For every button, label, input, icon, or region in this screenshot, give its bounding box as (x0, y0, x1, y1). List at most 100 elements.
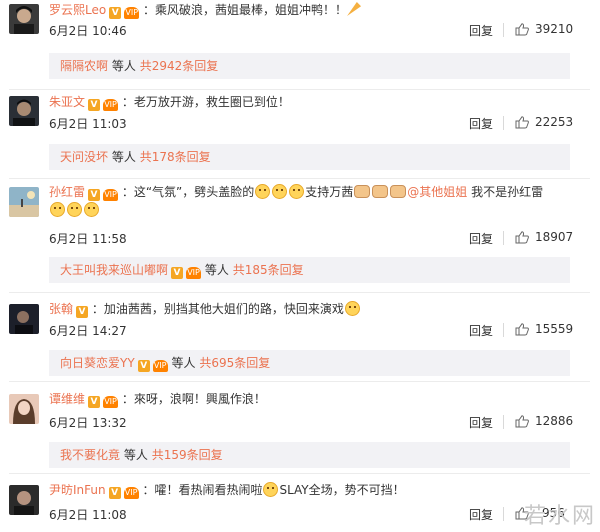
sub-replies[interactable]: 隔隔农啊 等人 共2942条回复 (49, 53, 570, 79)
comment-text: ：加油茜茜，别挡其他大姐们的路，快回来演戏 (91, 302, 344, 316)
avatar[interactable] (9, 304, 39, 334)
comment-divider (9, 381, 590, 382)
comment-username[interactable]: 朱亚文 (49, 95, 85, 109)
divider (503, 415, 504, 429)
comment-line: 谭维维 V VIP ：來呀，浪啊！興風作浪！ (49, 390, 589, 408)
thumbs-up-icon[interactable] (515, 23, 529, 36)
comment-divider (9, 292, 590, 293)
verified-icon: V (88, 396, 101, 408)
avatar[interactable] (9, 187, 39, 217)
sub-reply-count[interactable]: 共2942条回复 (140, 59, 219, 73)
comment-date: 6月2日 11:08 (49, 508, 127, 522)
divider (503, 23, 504, 37)
comment-date: 6月2日 11:58 (49, 232, 127, 246)
shocked-emoji-icon (255, 184, 271, 199)
vip-icon: VIP (103, 396, 119, 408)
avatar[interactable] (9, 394, 39, 424)
sub-replies[interactable]: 大王叫我来巡山嘟啊 V VIP 等人 共185条回复 (49, 257, 570, 283)
reply-button[interactable]: 回复 (469, 230, 493, 247)
comment-divider (9, 178, 590, 179)
sub-replies[interactable]: 我不要化竟 等人 共159条回复 (49, 442, 570, 468)
thumbs-up-icon[interactable] (515, 231, 529, 244)
like-count: 39210 (535, 22, 574, 36)
sub-replies[interactable]: 向日葵恋爱YY V VIP 等人 共695条回复 (49, 350, 570, 376)
divider (503, 323, 504, 337)
verified-icon: V (171, 267, 184, 279)
divider (503, 231, 504, 245)
laugh-cry-emoji-icon (84, 202, 99, 217)
like-count: 15559 (535, 322, 574, 336)
reply-button[interactable]: 回复 (469, 115, 493, 132)
comment-line: 朱亚文 V VIP ：老万放开游，救生圈已到位！ (49, 93, 589, 111)
fist-emoji-icon (372, 185, 389, 198)
comment-line: 张翰 V ：加油茜茜，别挡其他大姐们的路，快回来演戏 (49, 300, 589, 318)
shocked-emoji-icon (272, 184, 288, 199)
avatar[interactable] (9, 96, 39, 126)
vip-icon: VIP (152, 360, 168, 372)
wink-emoji-icon (344, 301, 360, 316)
shocked-emoji-icon (289, 184, 305, 199)
comment-line: 孙红雷 V VIP ：这“气氛”，劈头盖脸的 支持万茜 @其他姐姐 我不是孙红雷 (49, 183, 569, 219)
sub-reply-count[interactable]: 共185条回复 (233, 263, 304, 277)
comment-username[interactable]: 孙红雷 (49, 185, 85, 199)
comment-text: ：老万放开游，救生圈已到位！ (121, 95, 290, 109)
avatar[interactable] (9, 485, 39, 515)
comment-username[interactable]: 罗云熙Leo (49, 3, 106, 17)
like-count: 22253 (535, 115, 574, 129)
wink-emoji-icon (263, 482, 279, 497)
laugh-cry-emoji-icon (67, 202, 82, 217)
laugh-cry-emoji-icon (50, 202, 65, 217)
verified-icon: V (88, 99, 101, 111)
verified-icon: V (88, 189, 101, 201)
vip-icon: VIP (103, 189, 119, 201)
comment-username[interactable]: 谭维维 (49, 392, 85, 406)
reply-button[interactable]: 回复 (469, 322, 493, 339)
party-emoji-icon (347, 2, 362, 16)
comment-date: 6月2日 10:46 (49, 24, 127, 38)
reply-button[interactable]: 回复 (469, 22, 493, 39)
divider (503, 507, 504, 521)
comment-divider (9, 473, 590, 474)
comment-line: 罗云熙Leo V VIP ：乘风破浪，茜姐最棒，姐姐冲鸭！！ (49, 1, 589, 19)
sub-reply-user[interactable]: 天问没坏 (60, 150, 108, 164)
sub-reply-user[interactable]: 隔隔农啊 (60, 59, 108, 73)
sub-reply-user[interactable]: 向日葵恋爱YY (60, 356, 135, 370)
comment-date: 6月2日 13:32 (49, 416, 127, 430)
sub-reply-count[interactable]: 共178条回复 (140, 150, 211, 164)
comment-text: ：这“气氛”，劈头盖脸的 (121, 185, 255, 199)
reply-button[interactable]: 回复 (469, 414, 493, 431)
divider (503, 116, 504, 130)
vip-icon: VIP (124, 7, 140, 19)
comment-date: 6月2日 11:03 (49, 117, 127, 131)
sub-reply-count[interactable]: 共159条回复 (152, 448, 223, 462)
reply-button[interactable]: 回复 (469, 506, 493, 523)
thumbs-up-icon[interactable] (515, 116, 529, 129)
sub-reply-user[interactable]: 大王叫我来巡山嘟啊 (60, 263, 168, 277)
comment-username[interactable]: 尹昉InFun (49, 483, 106, 497)
fist-emoji-icon (354, 185, 371, 198)
verified-icon: V (137, 360, 150, 372)
vip-icon: VIP (103, 99, 119, 111)
like-count: 12886 (535, 414, 574, 428)
comment-text: ：嚯！看热闹看热闹啦 (142, 483, 263, 497)
verified-icon: V (76, 306, 89, 318)
thumbs-up-icon[interactable] (515, 323, 529, 336)
vip-icon: VIP (123, 487, 139, 499)
comment-divider (9, 89, 590, 90)
vip-icon: VIP (186, 267, 202, 279)
avatar[interactable] (9, 4, 39, 34)
sub-reply-user[interactable]: 我不要化竟 (60, 448, 120, 462)
like-count: 18907 (535, 230, 574, 244)
comment-line: 尹昉InFun V VIP ：嚯！看热闹看热闹啦 SLAY全场，势不可挡！ (49, 482, 405, 499)
sub-replies[interactable]: 天问没坏 等人 共178条回复 (49, 144, 570, 170)
mention-link[interactable]: @其他姐姐 (407, 185, 467, 199)
verified-icon: V (109, 7, 122, 19)
comment-date: 6月2日 14:27 (49, 324, 127, 338)
thumbs-up-icon[interactable] (515, 415, 529, 428)
watermark: 若水网 (523, 504, 596, 529)
comment-text: ：來呀，浪啊！興風作浪！ (121, 392, 266, 406)
fist-emoji-icon (390, 185, 407, 198)
verified-icon: V (108, 487, 121, 499)
comment-username[interactable]: 张翰 (49, 302, 73, 316)
sub-reply-count[interactable]: 共695条回复 (199, 356, 270, 370)
